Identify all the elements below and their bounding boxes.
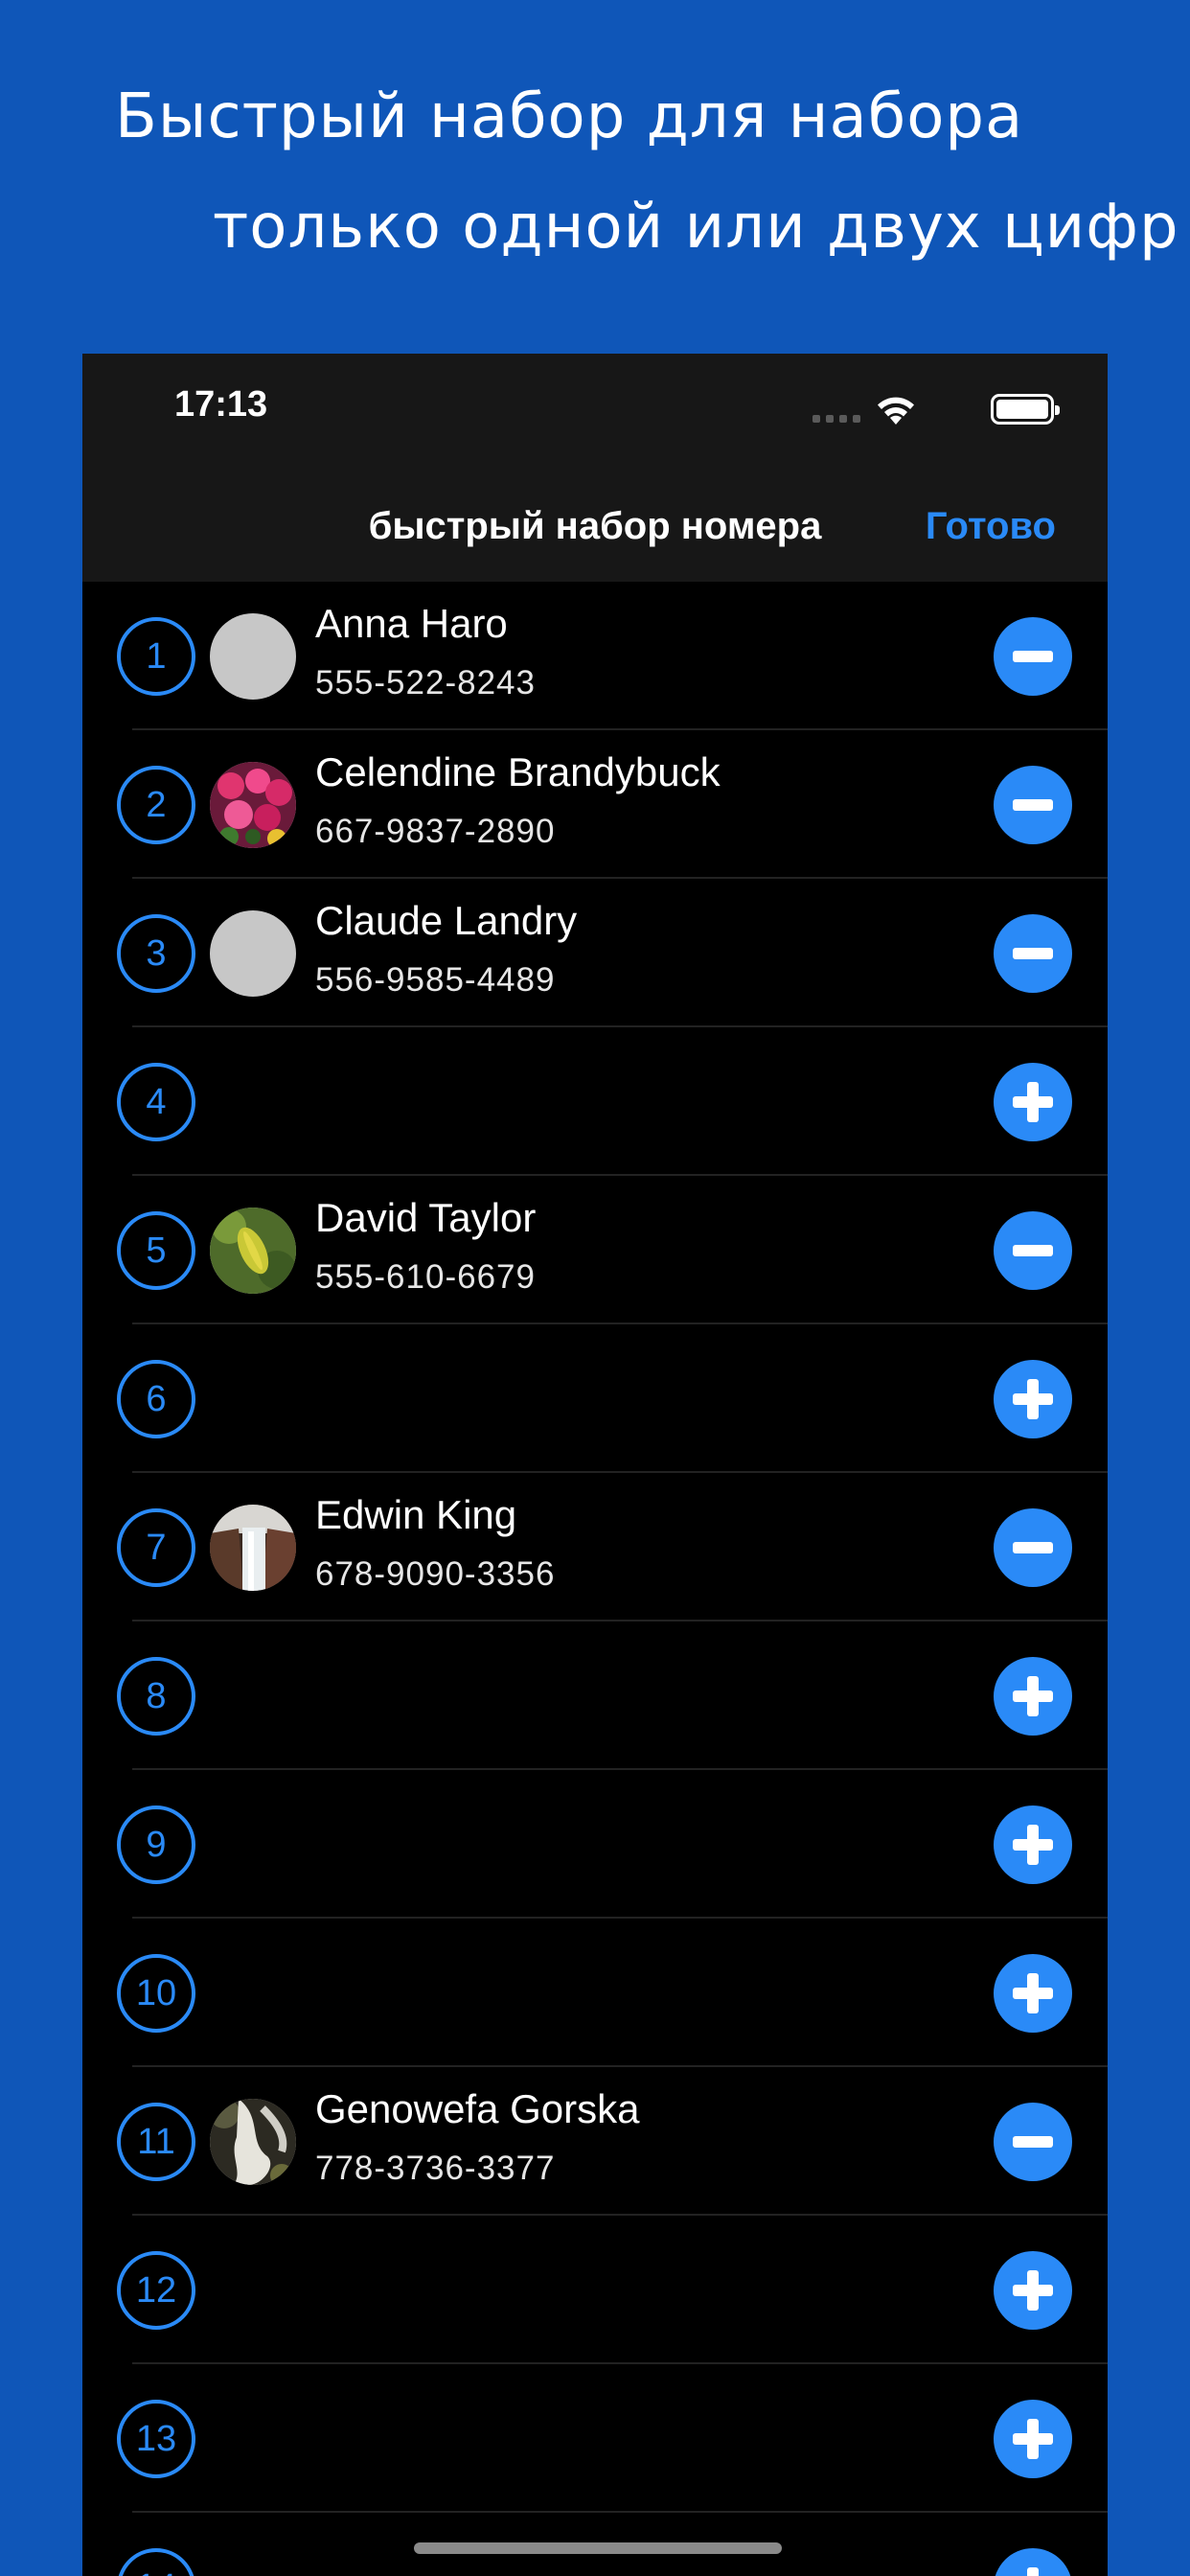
add-contact-button[interactable] xyxy=(994,1360,1072,1438)
contact-phone: 555-522-8243 xyxy=(315,664,536,702)
contact-name: Edwin King xyxy=(315,1492,517,1537)
contact-phone: 555-610-6679 xyxy=(315,1258,536,1296)
plus-icon-vertical xyxy=(1027,1825,1039,1865)
contact-phone: 778-3736-3377 xyxy=(315,2150,556,2187)
plus-icon-vertical xyxy=(1027,1973,1039,2013)
battery-icon xyxy=(991,394,1060,425)
minus-icon xyxy=(1013,948,1053,959)
add-contact-button[interactable] xyxy=(994,1063,1072,1141)
add-contact-button[interactable] xyxy=(994,1806,1072,1884)
slot-number-badge: 10 xyxy=(117,1954,195,2033)
status-bar: 17:13 xyxy=(82,354,1108,476)
contact-avatar xyxy=(210,1505,296,1591)
contact-name: Genowefa Gorska xyxy=(315,2086,640,2131)
contact-phone: 556-9585-4489 xyxy=(315,961,556,999)
promo-headline: Быстрый набор для набора только одной ил… xyxy=(0,0,1190,345)
speed-dial-row[interactable]: 13 xyxy=(82,2364,1108,2513)
contact-name: David Taylor xyxy=(315,1195,537,1240)
slot-number-badge: 11 xyxy=(117,2103,195,2181)
add-contact-button[interactable] xyxy=(994,2548,1072,2576)
contact-name: Claude Landry xyxy=(315,898,578,943)
speed-dial-row[interactable]: 1 Anna Haro 555-522-8243 xyxy=(82,582,1108,730)
status-time: 17:13 xyxy=(174,384,268,425)
nav-bar: быстрый набор номера Готово xyxy=(82,476,1108,582)
contact-avatar xyxy=(210,762,296,848)
phone-screen: 17:13 быстрый набор номера Готово 1 Anna … xyxy=(82,354,1108,2576)
signal-icon xyxy=(812,392,862,426)
add-contact-button[interactable] xyxy=(994,1954,1072,2033)
minus-icon xyxy=(1013,1542,1053,1553)
speed-dial-row[interactable]: 12 xyxy=(82,2216,1108,2364)
minus-icon xyxy=(1013,799,1053,811)
contact-avatar xyxy=(210,910,296,997)
slot-number-badge: 8 xyxy=(117,1657,195,1736)
slot-number-badge: 2 xyxy=(117,766,195,844)
contact-name: Celendine Brandybuck xyxy=(315,749,721,794)
speed-dial-row[interactable]: 10 xyxy=(82,1919,1108,2067)
contact-avatar xyxy=(210,1208,296,1294)
status-icons xyxy=(805,392,1060,426)
speed-dial-row[interactable]: 7 Edwin King 678-9090-3356 xyxy=(82,1473,1108,1622)
remove-contact-button[interactable] xyxy=(994,766,1072,844)
minus-icon xyxy=(1013,651,1053,662)
slot-number-badge: 5 xyxy=(117,1211,195,1290)
promo-line-1: Быстрый набор для набора xyxy=(115,81,1024,152)
minus-icon xyxy=(1013,2136,1053,2148)
speed-dial-row[interactable]: 5 David Taylor 555-610-6679 xyxy=(82,1176,1108,1324)
slot-number-badge: 14 xyxy=(117,2548,195,2576)
speed-dial-row[interactable]: 9 xyxy=(82,1770,1108,1919)
slot-number-badge: 13 xyxy=(117,2400,195,2478)
speed-dial-row[interactable]: 8 xyxy=(82,1622,1108,1770)
speed-dial-row[interactable]: 6 xyxy=(82,1324,1108,1473)
add-contact-button[interactable] xyxy=(994,2251,1072,2330)
plus-icon-vertical xyxy=(1027,1676,1039,1716)
slot-number-badge: 1 xyxy=(117,617,195,696)
remove-contact-button[interactable] xyxy=(994,617,1072,696)
contact-phone: 678-9090-3356 xyxy=(315,1555,556,1593)
speed-dial-row[interactable]: 2 Celendine Brandybuck 667-9837-2890 xyxy=(82,730,1108,879)
slot-number-badge: 6 xyxy=(117,1360,195,1438)
contact-phone: 667-9837-2890 xyxy=(315,813,556,850)
plus-icon-vertical xyxy=(1027,2270,1039,2311)
remove-contact-button[interactable] xyxy=(994,1211,1072,1290)
remove-contact-button[interactable] xyxy=(994,1508,1072,1587)
contact-name: Anna Haro xyxy=(315,601,508,646)
speed-dial-row[interactable]: 3 Claude Landry 556-9585-4489 xyxy=(82,879,1108,1027)
minus-icon xyxy=(1013,1245,1053,1256)
slot-number-badge: 4 xyxy=(117,1063,195,1141)
plus-icon-vertical xyxy=(1027,2419,1039,2459)
plus-icon-vertical xyxy=(1027,1082,1039,1122)
contact-avatar xyxy=(210,2099,296,2185)
contact-avatar xyxy=(210,613,296,700)
add-contact-button[interactable] xyxy=(994,2400,1072,2478)
home-indicator[interactable] xyxy=(414,2542,782,2554)
slot-number-badge: 9 xyxy=(117,1806,195,1884)
remove-contact-button[interactable] xyxy=(994,914,1072,993)
done-button[interactable]: Готово xyxy=(926,505,1056,548)
speed-dial-list: 1 Anna Haro 555-522-8243 2 Celendine Brandyb… xyxy=(82,582,1108,2576)
wifi-icon xyxy=(878,397,914,425)
slot-number-badge: 3 xyxy=(117,914,195,993)
plus-icon-vertical xyxy=(1027,1379,1039,1419)
slot-number-badge: 7 xyxy=(117,1508,195,1587)
add-contact-button[interactable] xyxy=(994,1657,1072,1736)
remove-contact-button[interactable] xyxy=(994,2103,1072,2181)
speed-dial-row[interactable]: 4 xyxy=(82,1027,1108,1176)
plus-icon-vertical xyxy=(1027,2567,1039,2576)
speed-dial-row[interactable]: 11 Genowefa Gorska 778-3736-3377 xyxy=(82,2067,1108,2216)
promo-line-2: только одной или двух цифр xyxy=(213,192,1179,263)
slot-number-badge: 12 xyxy=(117,2251,195,2330)
